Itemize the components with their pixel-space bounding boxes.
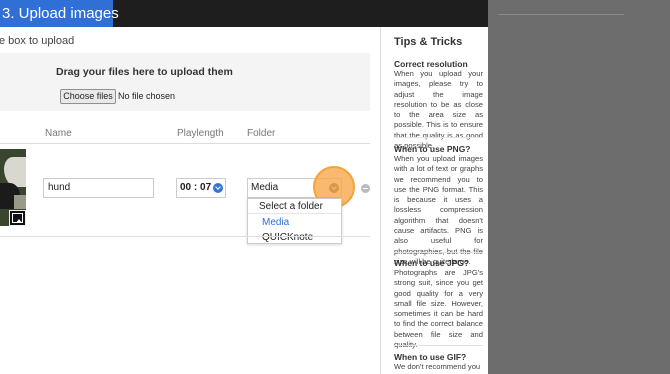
drop-zone-text: Drag your files here to upload them [56, 66, 233, 78]
folder-select-value: Media [251, 182, 279, 193]
tips-sidebar: Tips & Tricks Correct resolution When yo… [380, 27, 488, 374]
upload-instruction: e box to upload [0, 35, 75, 47]
minus-circle-icon[interactable] [361, 184, 370, 193]
tip-divider [394, 137, 483, 138]
background-panel [488, 0, 670, 374]
tip-heading: When to use GIF? [394, 352, 467, 362]
tip-body: When you upload your images, please try … [394, 69, 483, 151]
step-tab-upload-images[interactable]: 3. Upload images [0, 0, 119, 27]
tip-divider [394, 252, 483, 253]
image-icon[interactable] [9, 210, 26, 226]
image-name-input[interactable]: hund [43, 178, 154, 198]
file-drop-zone[interactable]: Drag your files here to upload them Choo… [0, 53, 370, 111]
playlength-select[interactable]: 00 : 07 [176, 178, 226, 198]
upload-main: e box to upload Drag your files here to … [0, 27, 380, 374]
playlength-value: 00 : 07 [180, 182, 212, 193]
tip-body: We don't recommend you [394, 362, 481, 371]
chevron-down-icon[interactable] [213, 183, 223, 193]
tip-heading: When to use JPG? [394, 258, 470, 268]
row-divider [0, 236, 370, 237]
column-header-folder: Folder [247, 128, 276, 139]
tip-divider [394, 345, 483, 346]
dropdown-header: Select a folder [248, 199, 341, 214]
column-header-playlength: Playlength [177, 128, 224, 139]
tip-heading: When to use PNG? [394, 144, 471, 154]
choose-files-button[interactable]: Choose files [60, 89, 116, 104]
upload-window: 3. Upload images e box to upload Drag yo… [0, 0, 488, 374]
header-divider [0, 143, 370, 144]
folder-option-quicknote[interactable]: QUICKnote [248, 230, 341, 245]
tips-title: Tips & Tricks [394, 36, 463, 48]
top-bar: 3. Upload images [0, 0, 488, 27]
divider [498, 14, 624, 15]
folder-dropdown: Select a folder Media QUICKnote [247, 198, 342, 244]
column-header-name: Name [45, 128, 72, 139]
tip-heading: Correct resolution [394, 59, 468, 69]
file-status-text: No file chosen [118, 91, 176, 101]
tip-body: When you upload images with a lot of tex… [394, 154, 483, 266]
tip-body: Photographs are JPG's strong suit, since… [394, 268, 483, 349]
folder-option-media[interactable]: Media [248, 215, 341, 230]
